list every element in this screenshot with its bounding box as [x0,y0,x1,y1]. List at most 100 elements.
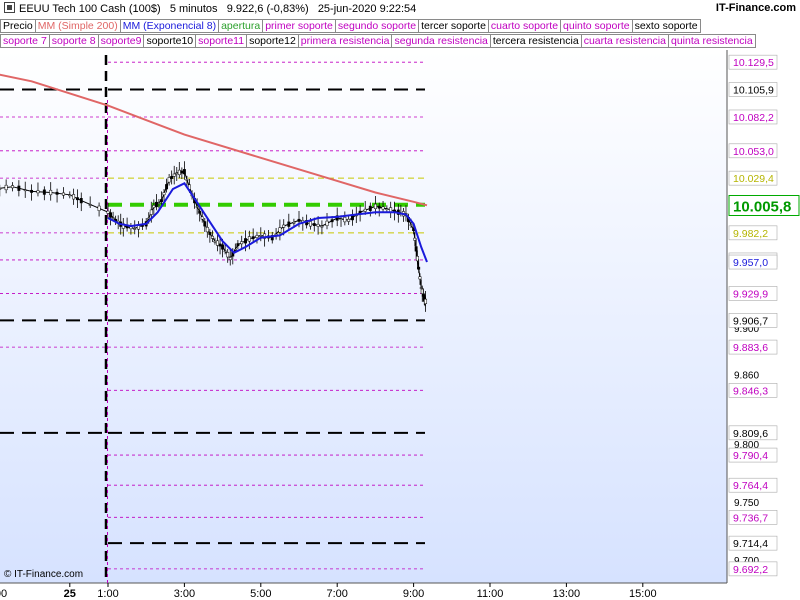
legend-item-row2-3[interactable]: soporte10 [143,34,197,48]
candle-body [68,194,72,197]
legend-item-row1-0[interactable]: Precio [0,19,36,33]
instrument-title: EEUU Tech 100 Cash (100$) [19,3,161,15]
candle-body [413,237,417,241]
level-label: 9.809,6 [733,428,768,440]
candle-body [316,223,320,227]
legend-item-row2-4[interactable]: soporte11 [195,34,248,48]
candle-body [292,222,296,224]
legend-item-row1-8[interactable]: quinto soporte [560,19,633,33]
candle-body [72,194,76,200]
candle-body [244,238,247,244]
watermark: © IT-Finance.com [4,569,84,580]
candle-body [368,205,372,211]
candle-body [30,189,34,193]
time-tick-label: 7:00 [326,588,347,600]
candle-body [377,205,381,209]
time-tick-label: 11:00 [477,588,504,600]
candle-body [175,172,179,175]
candle-body [363,208,367,212]
legend-item-row2-6[interactable]: primera resistencia [297,34,393,48]
candle-body [154,201,158,208]
current-price-label: 10.005,8 [733,198,791,215]
legend-item-row1-5[interactable]: segundo soporte [334,19,420,33]
candle-body [210,235,214,239]
candle-body [409,224,413,226]
legend-item-row2-10[interactable]: quinta resistencia [667,34,756,48]
candle-body [149,209,153,215]
candle-body [133,228,137,230]
time-tick-label: 3:00 [174,588,195,600]
legend-item-row2-7[interactable]: segunda resistencia [391,34,491,48]
candle-body [247,236,251,242]
timeframe-label: 5 minutos [169,3,218,15]
candle-body [88,204,92,206]
time-tick-label: 25 [64,588,76,600]
candle-body [373,203,377,209]
time-axis-background [0,583,800,600]
legend-item-row1-6[interactable]: tercer soporte [418,19,489,33]
plot-background [0,50,727,583]
candle-body [218,243,222,247]
candle-body [221,244,225,250]
candle-body [36,190,40,194]
candle-body [147,217,151,220]
candle-body [111,217,115,219]
candle-body [17,185,21,191]
level-label: 9.906,7 [733,315,768,327]
candle-body [11,185,14,189]
candle-body [167,177,171,183]
candle-body [251,236,255,240]
brand-label: IT-Finance.com [715,2,796,14]
candle-body [203,221,207,227]
legend-item-row1-7[interactable]: cuarto soporte [487,19,562,33]
legend-item-row2-1[interactable]: soporte 8 [48,34,99,48]
candle-body [49,189,53,196]
candle-body [152,205,156,208]
candle-body [109,212,112,218]
candle-body [177,169,181,176]
candle-body [226,252,230,258]
candle-body [312,223,316,226]
candle-body [170,176,174,179]
candle-body [233,249,237,251]
legend-item-row2-9[interactable]: cuarta resistencia [580,34,669,48]
legend-item-row1-3[interactable]: apertura [218,19,264,33]
candle-body [160,199,163,203]
legend-item-row2-0[interactable]: soporte 7 [0,34,50,48]
legend-item-row2-5[interactable]: soporte12 [246,34,299,48]
candle-body [162,192,166,196]
candle-body [228,257,232,260]
chart: 9.9009.8609.8009.7509.70010.129,510.105,… [0,50,800,600]
candle-body [200,216,204,220]
window-icon[interactable] [4,2,15,13]
candle-body [325,220,329,226]
legend-row-1: Precio MM (Simple 200) MM (Exponencial 8) a… [0,19,800,33]
legend-item-row1-4[interactable]: primer soporte [262,19,336,33]
legend-row-2: soporte 7 soporte 8 soporte9 soporte10 sopor… [0,34,800,48]
candle-body [195,206,199,208]
legend-item-row1-2[interactable]: MM (Exponencial 8) [119,19,220,33]
candle-body [157,202,161,204]
level-label: 9.736,7 [733,512,768,524]
candle-body [198,210,202,214]
legend-item-row1-1[interactable]: MM (Simple 200) [34,19,121,33]
candle-body [414,246,418,252]
candle-body [61,192,65,196]
level-label: 9.957,0 [733,257,768,269]
level-label: 9.846,3 [733,385,768,397]
level-label: 10.053,0 [733,146,774,158]
candle-body [297,218,301,222]
level-label: 10.029,4 [733,173,774,185]
level-label: 9.883,6 [733,342,768,354]
legend-item-row2-8[interactable]: tercera resistencia [489,34,582,48]
level-label: 9.790,4 [733,450,768,462]
candle-body [330,219,334,223]
level-label: 9.714,4 [733,538,768,550]
time-tick-label: 15:00 [629,588,657,600]
price-tick-label: 9.860 [734,370,759,381]
candle-body [418,276,422,280]
legend-item-row1-9[interactable]: sexto soporte [631,19,701,33]
legend-item-row2-2[interactable]: soporte9 [97,34,145,48]
level-label: 9.692,2 [733,564,768,576]
candle-body [205,227,209,233]
